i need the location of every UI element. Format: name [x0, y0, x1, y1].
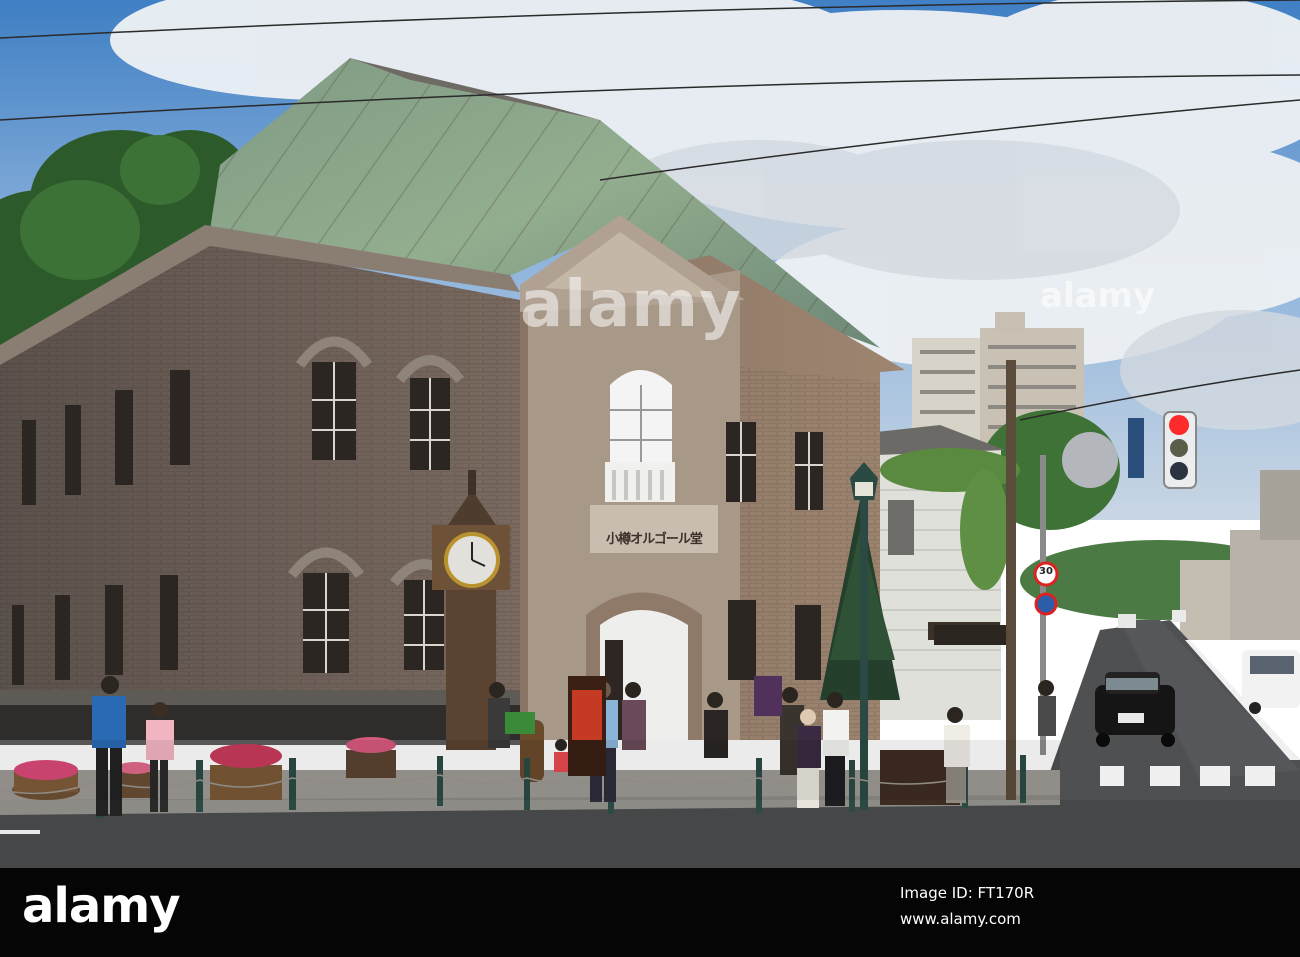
speed-limit-sign: 30: [1039, 566, 1053, 577]
image-id-label: Image ID: FT170R: [900, 884, 1035, 902]
footer-bar: [0, 868, 1300, 957]
building-name-sign: 小樽オルゴール堂: [606, 532, 703, 547]
website-label: www.alamy.com: [900, 910, 1021, 928]
footer-logo: alamy: [22, 878, 181, 934]
photo-stage: 小樽オルゴール堂 30 alamy alamy alamy Image ID: …: [0, 0, 1300, 957]
street-photo: [0, 0, 1300, 868]
